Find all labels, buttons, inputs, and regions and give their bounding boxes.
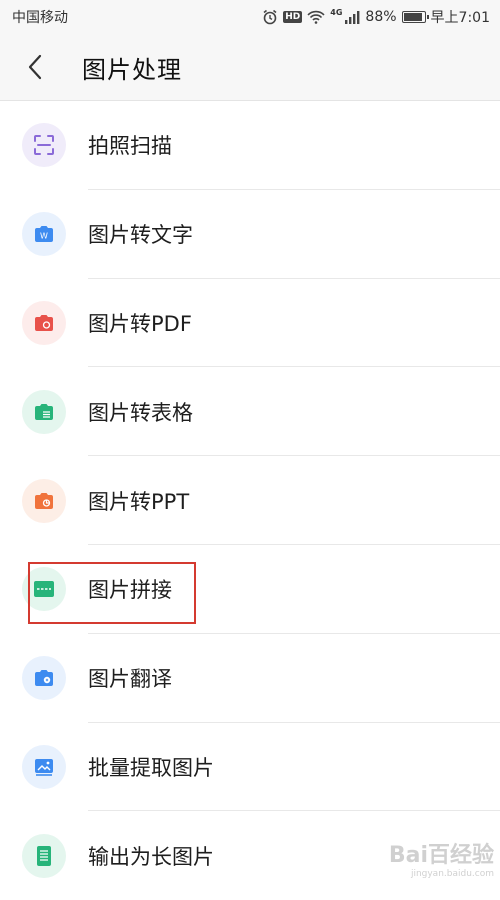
tool-list: 拍照扫描 W 图片转文字 图片转PDF 图片转表格 图片转PPT 图片拼接 图片… (0, 101, 500, 900)
list-item-label: 图片转文字 (88, 223, 193, 248)
list-item-image-translate[interactable]: 图片翻译 (0, 634, 500, 723)
status-bar: 中国移动 HD 4G 88% 早上7:01 (0, 0, 500, 34)
signal-icon (344, 10, 360, 24)
camera-pdf-icon (22, 300, 66, 345)
list-item-scan[interactable]: 拍照扫描 (0, 101, 500, 190)
battery-icon (401, 11, 429, 23)
list-item-label: 图片转表格 (88, 400, 193, 425)
scan-icon (22, 123, 66, 168)
status-icons: HD 4G 88% 早上7:01 (262, 7, 500, 27)
watermark-text: Bai百经验 (388, 843, 494, 868)
long-image-icon (22, 833, 66, 878)
image-stitch-icon (22, 567, 66, 612)
camera-text-icon: W (22, 212, 66, 257)
carrier-label: 中国移动 (12, 10, 68, 26)
network-type: 4G (330, 7, 343, 17)
list-item-label: 输出为长图片 (88, 844, 214, 869)
list-item-batch-extract[interactable]: 批量提取图片 (0, 723, 500, 812)
list-item-label: 批量提取图片 (88, 755, 214, 780)
camera-translate-icon (22, 656, 66, 701)
list-item-label: 拍照扫描 (88, 134, 172, 159)
wifi-icon (307, 10, 325, 24)
list-item-label: 图片拼接 (88, 578, 172, 603)
extract-images-icon (22, 744, 66, 789)
camera-ppt-icon (22, 478, 66, 523)
list-item-label: 图片转PPT (88, 489, 190, 514)
alarm-icon (262, 9, 278, 25)
list-item-label: 图片翻译 (88, 667, 172, 692)
svg-text:W: W (40, 232, 48, 241)
battery-percent: 88% (365, 9, 397, 25)
list-item-image-to-text[interactable]: W 图片转文字 (0, 190, 500, 279)
watermark-url: jingyan.baidu.com (410, 869, 494, 879)
list-item-image-to-ppt[interactable]: 图片转PPT (0, 456, 500, 545)
clock: 早上7:01 (430, 10, 490, 26)
hd-badge: HD (283, 11, 303, 23)
list-item-image-stitch[interactable]: 图片拼接 (0, 545, 500, 634)
camera-table-icon (22, 389, 66, 434)
watermark-logo: Bai百经验 jingyan.baidu.com (389, 837, 494, 879)
back-button[interactable] (20, 47, 50, 87)
chevron-left-icon (28, 54, 42, 80)
list-item-image-to-pdf[interactable]: 图片转PDF (0, 279, 500, 368)
list-item-label: 图片转PDF (88, 311, 192, 336)
page-title: 图片处理 (82, 55, 182, 84)
app-header: 图片处理 (0, 34, 500, 101)
list-item-image-to-table[interactable]: 图片转表格 (0, 367, 500, 457)
